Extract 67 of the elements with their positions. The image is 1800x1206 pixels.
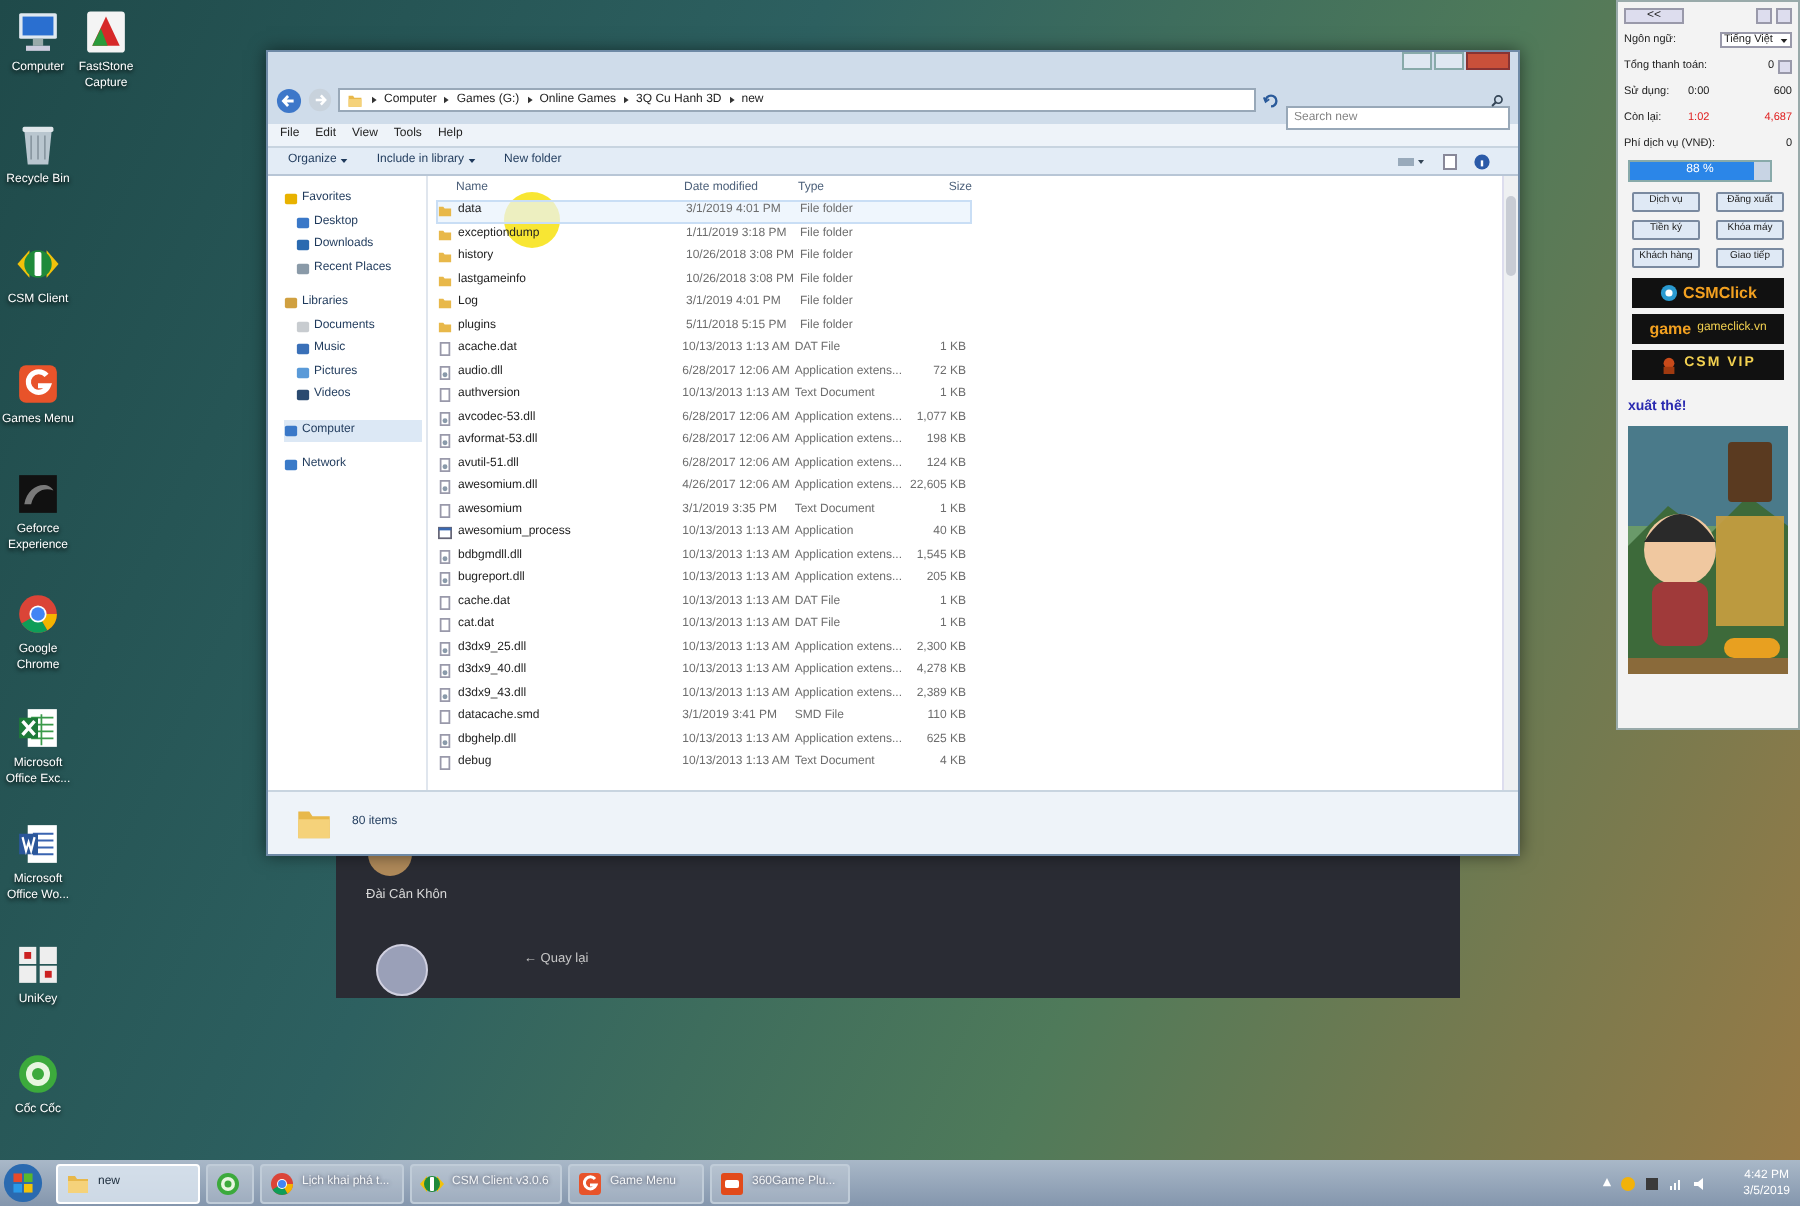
music-icon: [296, 342, 310, 357]
chevron-icon: [370, 96, 378, 104]
gear-file-icon: [438, 457, 452, 472]
scrollbar[interactable]: [1502, 176, 1518, 790]
help-icon[interactable]: [1474, 153, 1490, 169]
monitor-icon[interactable]: [14, 8, 62, 56]
gear-file-icon: [438, 549, 452, 564]
pictures-icon: [296, 365, 310, 380]
videos-icon: [296, 388, 310, 403]
file-icon: [438, 710, 452, 725]
view-options-icon[interactable]: [1398, 153, 1426, 169]
gear-file-icon: [438, 664, 452, 679]
gear-file-icon: [438, 434, 452, 449]
help-button[interactable]: [1756, 7, 1772, 23]
folder-icon: [346, 91, 364, 109]
refresh-icon[interactable]: [1262, 91, 1280, 109]
banner-text: game: [1649, 317, 1692, 341]
spreadsheet-icon[interactable]: [14, 704, 62, 752]
file-icon: [438, 503, 452, 518]
banner[interactable]: CSMClick: [1632, 278, 1784, 308]
details-button[interactable]: [1778, 59, 1792, 73]
app-icon[interactable]: [14, 1050, 62, 1098]
download-icon: [296, 238, 310, 253]
speaker-icon[interactable]: [1691, 1175, 1708, 1191]
browser-icon: [268, 1169, 296, 1197]
recent-icon: [296, 261, 310, 276]
gear-file-icon: [438, 641, 452, 656]
app-icon: [718, 1169, 746, 1197]
gear-file-icon: [438, 733, 452, 748]
file-icon: [438, 388, 452, 403]
chevron-icon: [442, 96, 451, 104]
chevron-icon: [622, 96, 631, 104]
preview-pane-icon[interactable]: [1442, 153, 1458, 169]
show-hidden-icons-icon[interactable]: [1601, 1176, 1612, 1190]
game-app-icon: [576, 1169, 604, 1197]
banner-text: CSMClick: [1683, 281, 1757, 305]
chevron-icon: [727, 96, 736, 104]
gear-file-icon: [438, 572, 452, 587]
file-icon: [438, 342, 452, 357]
gear-file-icon: [438, 687, 452, 702]
game-app-icon[interactable]: [14, 360, 62, 408]
app-icon: [214, 1169, 242, 1197]
gear-file-icon: [438, 411, 452, 426]
network-icon: [284, 458, 298, 473]
caret-icon: [1780, 37, 1788, 43]
close-button[interactable]: [1776, 7, 1792, 23]
gear-file-icon: [438, 365, 452, 380]
doc-icon: [296, 319, 310, 334]
app-window-icon: [438, 526, 452, 541]
library-icon: [284, 296, 298, 311]
app-icon[interactable]: [14, 470, 62, 518]
network-icon[interactable]: [1667, 1175, 1684, 1191]
logo-icon: [1659, 284, 1678, 302]
back-button[interactable]: [276, 87, 302, 113]
computer-icon: [284, 423, 298, 438]
start-button[interactable]: [2, 1162, 44, 1204]
avatar: [376, 944, 428, 996]
browser-icon[interactable]: [14, 590, 62, 638]
chevron-icon: [525, 96, 534, 104]
file-icon: [438, 756, 452, 771]
search-icon: [1490, 93, 1504, 107]
gear-file-icon: [438, 480, 452, 495]
desktop-icon: [296, 215, 310, 230]
figure-icon: [1660, 356, 1679, 374]
app-icon[interactable]: [82, 8, 130, 56]
document-icon[interactable]: [14, 820, 62, 868]
taskbar-button[interactable]: [206, 1163, 254, 1203]
